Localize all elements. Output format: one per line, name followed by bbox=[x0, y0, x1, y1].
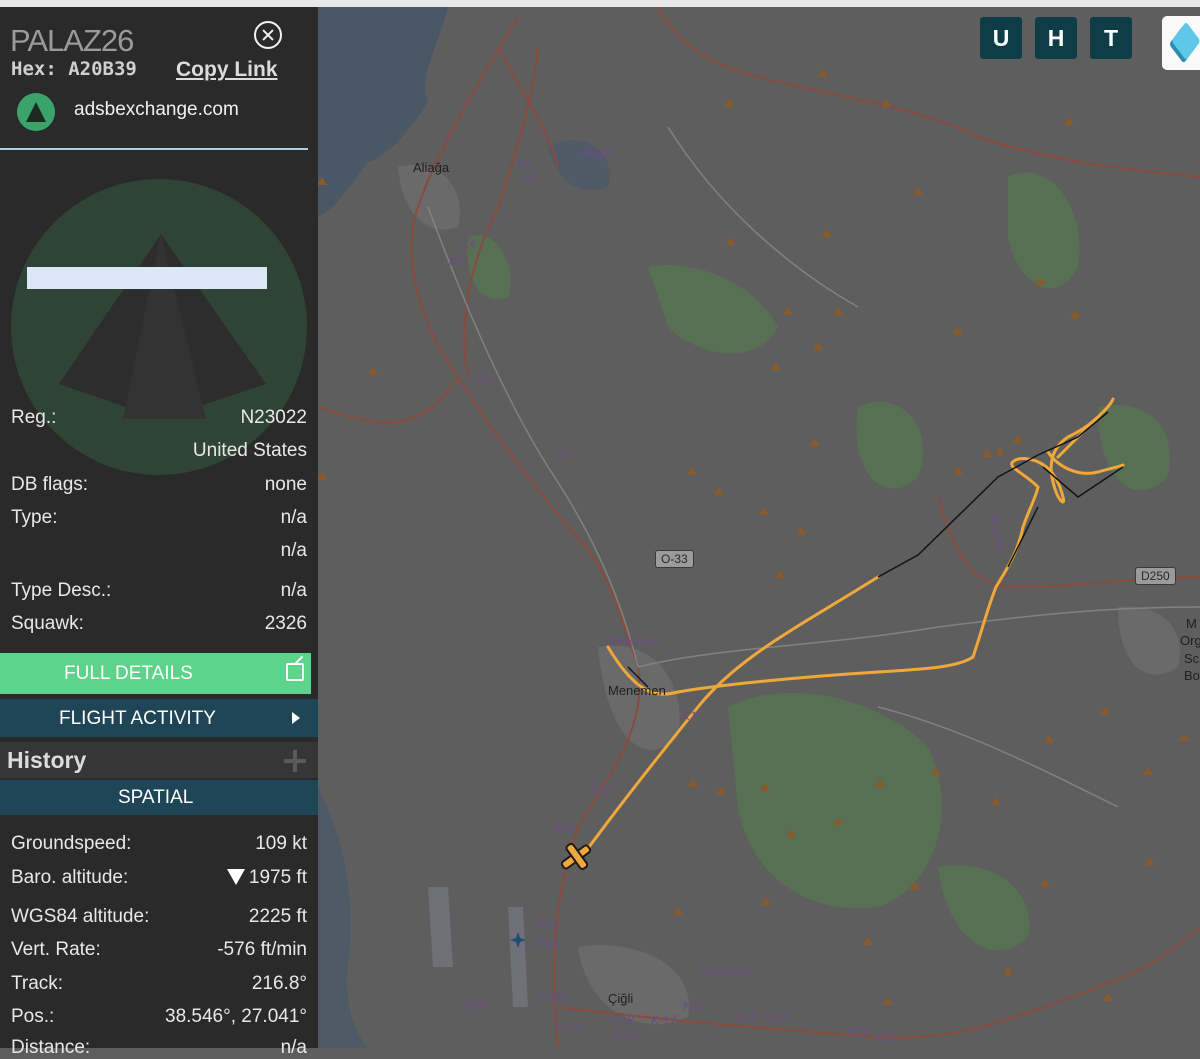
map-control-t[interactable]: T bbox=[1090, 17, 1132, 59]
road-label-k4: K4 bbox=[461, 237, 476, 251]
road-label-k2: K2 bbox=[556, 447, 571, 461]
map-label-cigli: Çiğli bbox=[608, 991, 634, 1006]
spatial-label: SPATIAL bbox=[118, 787, 194, 808]
aircraft-info-panel: PALAZ26 Hex: A20B39 Copy Link adsbexchan… bbox=[0, 7, 318, 1058]
map-label-edge: Org bbox=[1180, 633, 1200, 648]
map-label-menemen: Menemen bbox=[608, 683, 666, 698]
map-label-edge: Sc bbox=[1184, 651, 1200, 666]
descending-arrow-icon bbox=[226, 869, 245, 885]
layers-icon bbox=[1171, 21, 1200, 61]
groundspeed-label: Groundspeed: bbox=[11, 833, 132, 854]
map-control-h[interactable]: H bbox=[1035, 17, 1077, 59]
groundspeed-value: 109 kt bbox=[255, 833, 307, 854]
road-label-k14: K14 bbox=[765, 1011, 787, 1025]
wgs84-altitude-value: 2225 ft bbox=[248, 906, 307, 927]
map-label-menemen-region: Menemen bbox=[606, 634, 660, 648]
type-desc-value: n/a bbox=[280, 580, 307, 601]
map-control-u[interactable]: U bbox=[980, 17, 1022, 59]
type-label: Type: bbox=[11, 507, 58, 528]
registration-value: N23022 bbox=[240, 407, 307, 428]
plus-icon[interactable] bbox=[284, 750, 306, 772]
map-view[interactable]: U H T Aliağa Aliağa Menemen Menemen Çiğl… bbox=[318, 7, 1200, 1048]
registration-label: Reg.: bbox=[11, 407, 57, 428]
close-icon[interactable] bbox=[254, 21, 282, 49]
db-flags-label: DB flags: bbox=[11, 474, 89, 495]
road-label-k3: K3 bbox=[476, 372, 491, 386]
photo-caption-bar bbox=[27, 267, 267, 289]
road-label-k19: K-19 bbox=[555, 1021, 581, 1035]
map-label-edge: M bbox=[1186, 616, 1197, 631]
spatial-section-button[interactable]: SPATIAL bbox=[0, 780, 318, 815]
map-label-edge: Bo bbox=[1184, 668, 1200, 683]
chevron-right-icon bbox=[292, 712, 300, 724]
road-label-k21: K21 bbox=[537, 936, 559, 950]
road-label-k4: K4 bbox=[449, 254, 464, 268]
map-canvas bbox=[318, 7, 1200, 1048]
layers-button[interactable] bbox=[1162, 16, 1200, 70]
distance-value: n/a bbox=[280, 1037, 307, 1058]
flight-activity-label: FLIGHT ACTIVITY bbox=[59, 708, 216, 729]
road-label-k18: K-18 bbox=[608, 1013, 634, 1027]
position-value: 38.546°, 27.041° bbox=[165, 1006, 307, 1027]
road-label-k17: K-17 bbox=[651, 1013, 677, 1027]
road-label-k5: K5 bbox=[524, 172, 539, 186]
plane-silhouette-icon bbox=[59, 234, 266, 419]
adsbexchange-logo-icon bbox=[17, 93, 55, 131]
hex-value: A20B39 bbox=[68, 58, 137, 80]
map-label-karsiyaka: Karşıyaka bbox=[700, 964, 754, 978]
aircraft-photo-placeholder bbox=[11, 179, 307, 475]
map-label-aliaga-region: Aliağa bbox=[580, 146, 614, 160]
road-label-k1: K1 bbox=[682, 709, 697, 723]
squawk-value: 2326 bbox=[264, 613, 307, 634]
road-shield-d250: D250 bbox=[1135, 567, 1176, 585]
country-value: United States bbox=[192, 440, 307, 461]
type-desc-label: Type Desc.: bbox=[11, 580, 112, 601]
road-label-k13: K13 bbox=[874, 1030, 896, 1044]
full-details-label: FULL DETAILS bbox=[64, 663, 193, 684]
road-label-k15: K15 bbox=[736, 1011, 758, 1025]
map-label-cigli-region: Çiğli bbox=[464, 997, 488, 1011]
distance-label: Distance: bbox=[11, 1037, 91, 1058]
vert-rate-label: Vert. Rate: bbox=[11, 939, 101, 960]
track-label: Track: bbox=[11, 973, 64, 994]
baro-altitude-label: Baro. altitude: bbox=[11, 867, 129, 888]
map-label-aliaga: Aliağa bbox=[413, 160, 450, 175]
road-label-k22: K22 bbox=[554, 821, 576, 835]
road-label-k13: K13 bbox=[848, 1024, 870, 1038]
road-label-k5: K5 bbox=[518, 157, 533, 171]
divider bbox=[0, 148, 308, 150]
hex-label: Hex: bbox=[11, 58, 57, 80]
track-value: 216.8° bbox=[251, 973, 307, 994]
road-label-k16: K16 bbox=[683, 999, 705, 1013]
source-link[interactable]: adsbexchange.com bbox=[74, 99, 239, 121]
baro-altitude-value-wrap: 1975 ft bbox=[226, 867, 307, 889]
history-section-header[interactable]: History bbox=[0, 742, 318, 778]
baro-altitude-value: 1975 ft bbox=[248, 867, 307, 888]
road-label-k18: K-18 bbox=[614, 1028, 640, 1042]
full-details-button[interactable]: FULL DETAILS bbox=[0, 653, 311, 694]
position-label: Pos.: bbox=[11, 1006, 55, 1027]
history-label: History bbox=[7, 747, 87, 773]
road-label-k21: K21 bbox=[537, 915, 559, 929]
type-value: n/a bbox=[280, 507, 307, 528]
wgs84-altitude-label: WGS84 altitude: bbox=[11, 906, 150, 927]
hex-row: Hex: A20B39 bbox=[11, 58, 137, 80]
flight-activity-button[interactable]: FLIGHT ACTIVITY bbox=[0, 699, 318, 737]
copy-link[interactable]: Copy Link bbox=[176, 58, 278, 82]
road-label-k23: K23 bbox=[590, 782, 612, 796]
road-label-k20: K-20 bbox=[539, 990, 565, 1004]
type-value-2: n/a bbox=[280, 540, 307, 561]
road-shield-o33: O-33 bbox=[655, 550, 694, 568]
external-link-icon bbox=[286, 663, 304, 681]
vert-rate-value: -576 ft/min bbox=[217, 939, 307, 960]
callsign: PALAZ26 bbox=[10, 23, 134, 58]
squawk-label: Squawk: bbox=[11, 613, 84, 634]
db-flags-value: none bbox=[264, 474, 307, 495]
